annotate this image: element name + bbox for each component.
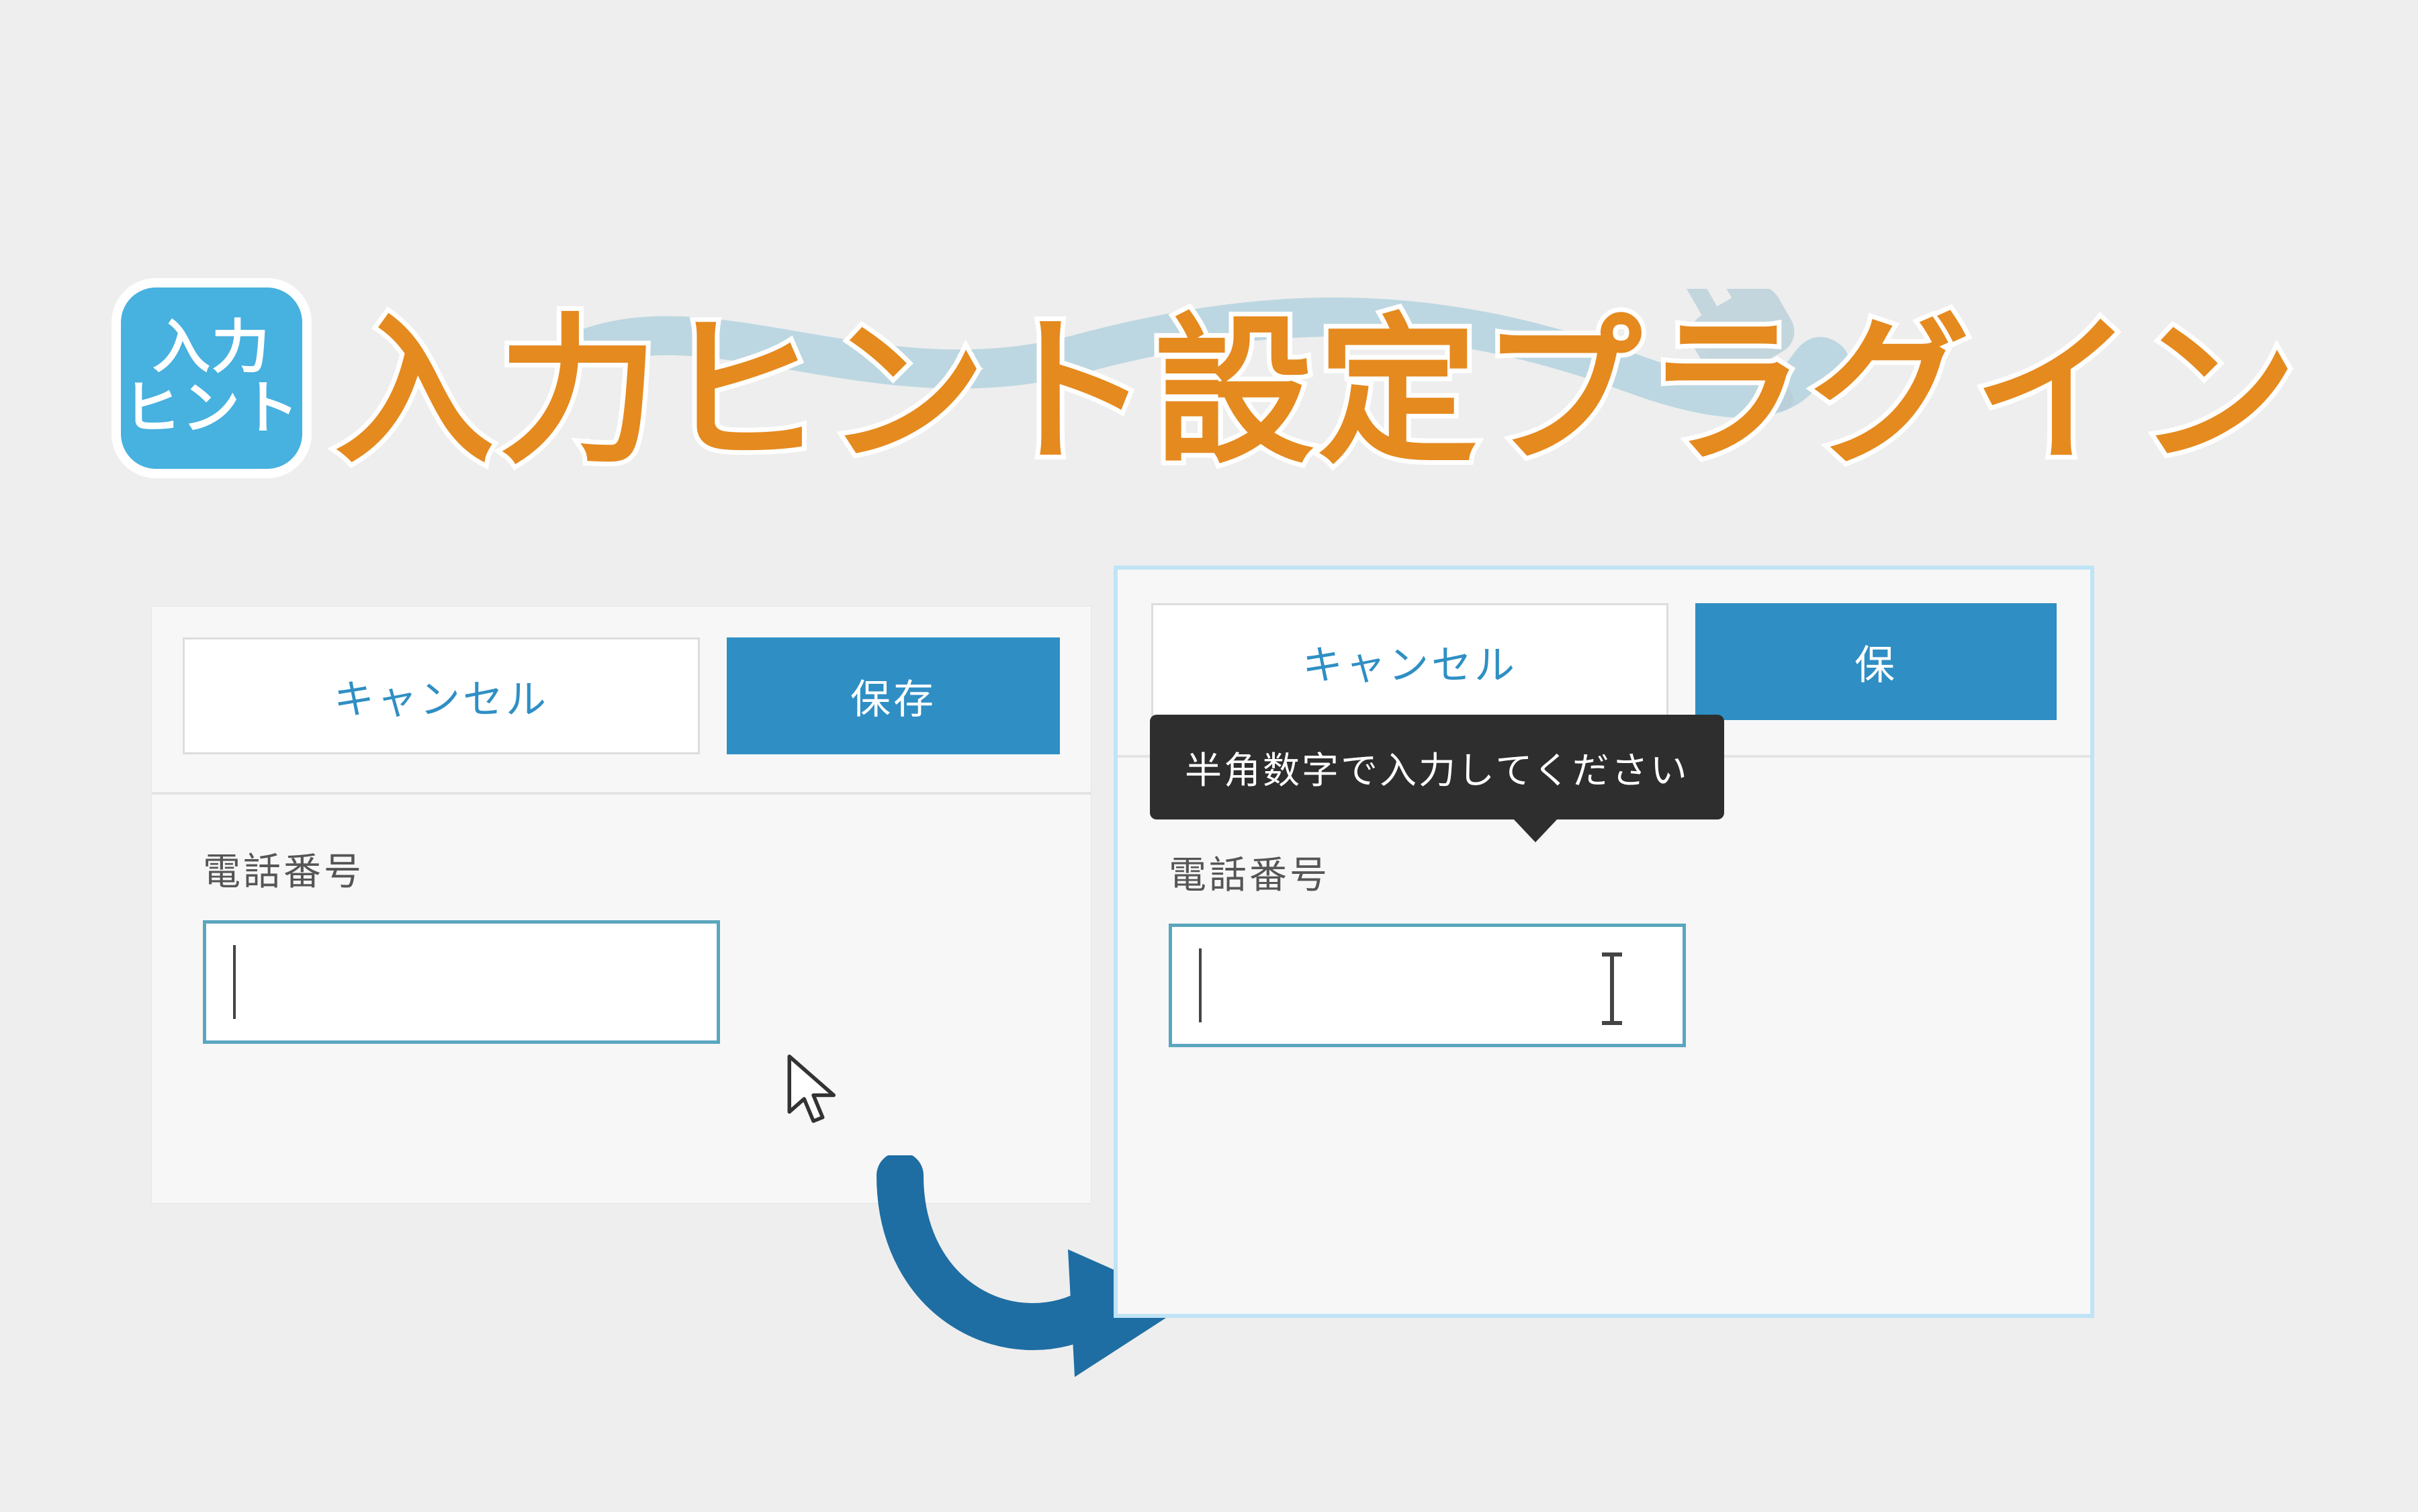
app-icon: 入力 ヒント [121, 287, 302, 469]
app-icon-line1: 入力 [123, 317, 300, 377]
save-button[interactable]: 保存 [727, 637, 1060, 754]
title-row: 入力 ヒント 入力ヒント設定プラグイン [121, 262, 2301, 494]
phone-input[interactable] [1169, 924, 1686, 1047]
phone-field-label: 電話番号 [203, 842, 1040, 896]
tooltip-text: 半角数字で入力してください [1185, 750, 1689, 791]
input-hint-tooltip: 半角数字で入力してください [1150, 715, 1724, 819]
text-ibeam-icon [1602, 952, 1622, 1025]
cancel-button-label: キャンセル [334, 667, 549, 725]
cancel-button[interactable]: キャンセル [1151, 603, 1668, 720]
toolbar-before: キャンセル 保存 [152, 607, 1091, 795]
cursor-arrow-icon [783, 1055, 844, 1128]
panel-after: キャンセル 保 半角数字で入力してください 電話番号 [1114, 566, 2094, 1318]
text-caret [233, 945, 236, 1019]
app-icon-line2: ヒント [123, 378, 300, 439]
phone-field-label: 電話番号 [1169, 845, 2039, 899]
cancel-button[interactable]: キャンセル [183, 637, 700, 754]
save-button-label: 保 [1854, 633, 1897, 691]
form-before: 電話番号 [152, 795, 1091, 1044]
cancel-button-label: キャンセル [1302, 633, 1517, 691]
panel-before: キャンセル 保存 電話番号 [151, 606, 1091, 1204]
form-after: 半角数字で入力してください 電話番号 [1118, 758, 2090, 1047]
text-caret [1199, 948, 1202, 1022]
phone-input[interactable] [203, 920, 720, 1044]
save-button-label: 保存 [850, 667, 936, 725]
page-title: 入力ヒント設定プラグイン [334, 262, 2301, 494]
save-button[interactable]: 保 [1695, 603, 2057, 720]
